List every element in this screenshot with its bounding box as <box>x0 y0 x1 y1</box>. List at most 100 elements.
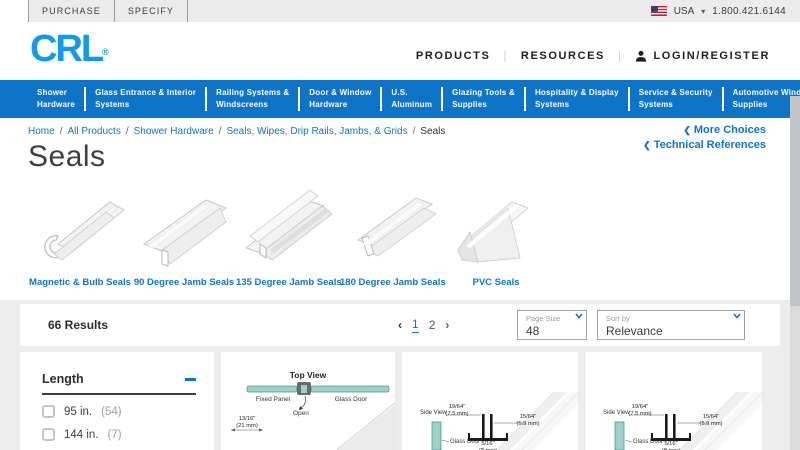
prev-page-button[interactable]: ‹ <box>398 318 402 332</box>
phone-number[interactable]: 1.800.421.6144 <box>712 6 786 17</box>
sort-by-label: Sort by <box>606 314 630 323</box>
breadcrumb-home[interactable]: Home <box>28 126 55 137</box>
glass-door-label: Glass Door <box>334 396 368 403</box>
user-icon <box>636 50 647 62</box>
breadcrumb-shower-hardware[interactable]: Shower Hardware <box>134 126 214 137</box>
category-row: Magnetic & Bulb Seals 90 Degree Jamb Sea… <box>28 188 548 288</box>
pagination: ‹ 1 2 › <box>398 304 449 346</box>
page-size-value: 48 <box>526 324 540 338</box>
product-tile[interactable]: Side View Glass Door 19/64" (7.5 mm) 15/… <box>585 352 762 450</box>
checkbox[interactable] <box>42 405 55 418</box>
chevron-down-icon[interactable]: ▾ <box>701 7 705 16</box>
dimension-label: 15/64" (5.9 mm) <box>516 414 540 428</box>
page-2-button[interactable]: 2 <box>429 318 436 332</box>
sort-by-value: Relevance <box>606 324 663 338</box>
dimension-label: 13/16" (21 mm) <box>236 416 258 430</box>
more-choices-link[interactable]: ❮ More Choices <box>643 123 766 138</box>
filter-option-144in[interactable]: 144 in. (7) <box>42 428 196 441</box>
results-bar: 66 Results ‹ 1 2 › Page Size 48 Sort by … <box>20 304 780 346</box>
results-count: 66 Results <box>48 318 109 332</box>
nav-item-glazing-tools[interactable]: Glazing Tools & Supplies <box>443 87 524 111</box>
category-label: 135 Degree Jamb Seals <box>236 277 342 288</box>
locale-phone-area: USA ▾ 1.800.421.6144 <box>650 0 786 22</box>
product-tile[interactable]: Side View Glass Door 19/64" (7.5 mm) 15/… <box>402 352 578 450</box>
logo-text: CRL <box>30 28 104 70</box>
breadcrumb-seals-wipes[interactable]: Seals, Wipes, Drip Rails, Jambs, & Grids <box>226 126 407 137</box>
side-links: ❮ More Choices ❮ Technical References <box>643 123 766 153</box>
category-90-degree-jamb-seals[interactable]: 90 Degree Jamb Seals <box>132 188 236 288</box>
seal-profile-image <box>44 201 125 261</box>
collapse-icon[interactable] <box>185 377 196 381</box>
utility-bar-notch <box>0 0 28 22</box>
nav-item-service-security[interactable]: Service & Security Systems <box>630 87 722 111</box>
nav-item-hospitality-display[interactable]: Hospitality & Display Systems <box>526 87 628 111</box>
seal-profile-image <box>142 199 228 267</box>
product-tile[interactable]: Top View Fixed Panel Glass Door Open 13/… <box>221 352 395 450</box>
breadcrumb-separator: / <box>59 126 63 137</box>
nav-item-shower-hardware[interactable]: Shower Hardware <box>28 87 84 111</box>
breadcrumb-separator: / <box>218 126 222 137</box>
resources-link[interactable]: RESOURCES <box>521 50 605 62</box>
results-section: 66 Results ‹ 1 2 › Page Size 48 Sort by … <box>0 300 800 450</box>
scrollbar-thumb[interactable] <box>790 96 800 306</box>
breadcrumb: Home / All Products / Shower Hardware / … <box>28 126 445 137</box>
chevron-left-icon: ❮ <box>643 140 651 150</box>
chevron-left-icon: ❮ <box>683 125 691 135</box>
product-diagram <box>431 391 578 450</box>
usa-flag-icon <box>650 6 667 16</box>
category-135-degree-jamb-seals[interactable]: 135 Degree Jamb Seals <box>236 188 342 288</box>
tab-specify[interactable]: SPECIFY <box>113 0 189 22</box>
category-label: Magnetic & Bulb Seals <box>29 277 131 288</box>
breadcrumb-current: Seals <box>420 126 446 137</box>
country-selector[interactable]: USA <box>674 6 695 17</box>
page-1-button[interactable]: 1 <box>412 317 419 333</box>
category-pvc-seals[interactable]: PVC Seals <box>444 188 548 288</box>
breadcrumb-all-products[interactable]: All Products <box>67 126 120 137</box>
sort-by-select[interactable]: Sort by Relevance <box>597 310 745 340</box>
divider: | <box>618 50 623 62</box>
nav-item-glass-entrance[interactable]: Glass Entrance & Interior Systems <box>86 87 205 111</box>
dimension-label: 5/16" (8 mm) <box>479 441 497 450</box>
chevron-down-icon <box>733 313 741 319</box>
filter-option-95in[interactable]: 95 in. (54) <box>42 405 196 418</box>
nav-item-automotive[interactable]: Automotive Windows &Supplies <box>724 87 800 111</box>
category-180-degree-jamb-seals[interactable]: 180 Degree Jamb Seals <box>340 188 446 288</box>
crl-logo[interactable]: CRL® <box>30 28 109 71</box>
dimension-label: 15/64" (5.9 mm) <box>699 414 723 428</box>
fixed-panel-label: Fixed Panel <box>255 396 291 403</box>
checkbox[interactable] <box>42 428 55 441</box>
nav-item-door-window[interactable]: Door & Window Hardware <box>300 87 380 111</box>
header: CRL® PRODUCTS | RESOURCES | LOGIN/REGIST… <box>0 22 800 80</box>
technical-references-link[interactable]: ❮ Technical References <box>643 138 766 153</box>
filter-sidebar: Length 95 in. (54) 144 in. (7) 118 in. (… <box>20 352 214 450</box>
login-register-label: LOGIN/REGISTER <box>653 50 770 62</box>
nav-item-us-aluminum[interactable]: U.S. Aluminum <box>382 87 441 111</box>
filter-option-count: (7) <box>107 428 122 441</box>
products-link[interactable]: PRODUCTS <box>416 50 491 62</box>
category-magnetic-bulb-seals[interactable]: Magnetic & Bulb Seals <box>28 188 132 288</box>
seal-profile-image <box>457 201 529 263</box>
open-label: Open <box>293 410 309 417</box>
breadcrumb-separator: / <box>125 126 129 137</box>
filter-title: Length <box>42 372 84 386</box>
page-size-select[interactable]: Page Size 48 <box>517 310 587 340</box>
filter-option-count: (54) <box>101 405 122 418</box>
chevron-down-icon <box>575 313 583 319</box>
category-label: 90 Degree Jamb Seals <box>133 277 235 288</box>
login-register-link[interactable]: LOGIN/REGISTER <box>635 50 770 62</box>
divider: | <box>503 50 508 62</box>
category-label: 180 Degree Jamb Seals <box>340 277 446 288</box>
nav-item-railing-systems[interactable]: Railing Systems & Windscreens <box>207 87 298 111</box>
next-page-button[interactable]: › <box>445 318 449 332</box>
tab-purchase[interactable]: PURCHASE <box>28 0 114 22</box>
dimension-label: 5/16" (8 mm) <box>662 441 680 450</box>
filter-header-length[interactable]: Length <box>42 372 196 395</box>
seal-profile-image <box>244 189 333 261</box>
main-nav: Shower Hardware Glass Entrance & Interior… <box>0 80 800 118</box>
utility-bar: PURCHASE SPECIFY USA ▾ 1.800.421.6144 <box>0 0 800 22</box>
dimension-label: 19/64" (7.5 mm) <box>445 404 469 418</box>
seal-profile-image <box>356 197 437 257</box>
category-label: PVC Seals <box>472 277 520 288</box>
mode-tabs: PURCHASE SPECIFY <box>28 0 189 22</box>
scrollbar-track[interactable] <box>790 96 800 450</box>
